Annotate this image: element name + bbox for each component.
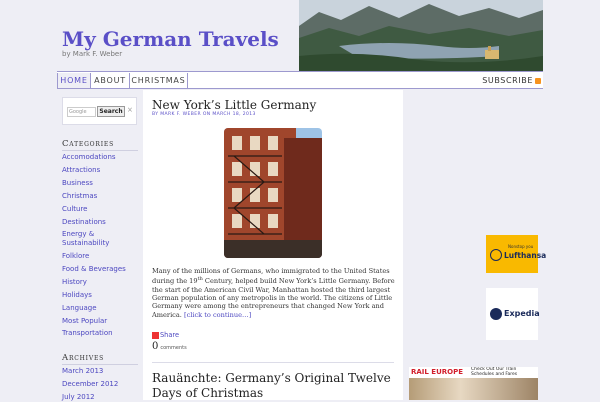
rail-europe-logo: RAIL EUROPE: [411, 368, 464, 376]
expedia-wordmark: Expedia: [504, 309, 540, 318]
archive-july-2012[interactable]: July 2012: [62, 393, 140, 402]
rail-europe-text: Check Out Our Train Schedules and Fares: [471, 367, 518, 377]
share-label: Share: [160, 331, 180, 339]
post-title[interactable]: New York’s Little Germany: [152, 98, 400, 113]
category-food-beverages[interactable]: Food & Beverages: [62, 265, 140, 274]
search-input[interactable]: Google: [67, 107, 96, 117]
clear-search-icon[interactable]: ×: [127, 106, 133, 114]
subscribe-label: SUBSCRIBE: [482, 76, 533, 85]
site-byline: by Mark F. Weber: [62, 50, 123, 58]
post-excerpt: Many of the millions of Germans, who imm…: [152, 267, 396, 319]
search-button[interactable]: Search: [97, 106, 125, 117]
category-holidays[interactable]: Holidays: [62, 291, 140, 300]
rail-europe-photo: [409, 378, 538, 400]
share-icon: [152, 331, 159, 339]
tab-about[interactable]: ABOUT: [91, 73, 130, 88]
category-destinations[interactable]: Destinations: [62, 218, 140, 227]
tab-christmas[interactable]: CHRISTMAS: [130, 73, 188, 88]
category-business[interactable]: Business: [62, 179, 140, 188]
right-sidebar: Nonstop you Lufthansa Expedia RAIL EUROP…: [403, 90, 546, 400]
archive-december-2012[interactable]: December 2012: [62, 380, 140, 389]
category-culture[interactable]: Culture: [62, 205, 140, 214]
subscribe-link[interactable]: SUBSCRIBE: [482, 73, 541, 88]
archive-march-2013[interactable]: March 2013: [62, 367, 140, 376]
category-energy-sustainability[interactable]: Energy & Sustainability: [62, 230, 122, 248]
post-photo[interactable]: [224, 128, 322, 258]
category-folklore[interactable]: Folklore: [62, 252, 140, 261]
category-christmas[interactable]: Christmas: [62, 192, 140, 201]
archives-heading: Archives: [62, 353, 138, 365]
category-language[interactable]: Language: [62, 304, 140, 313]
post-author[interactable]: BY MARK F. WEBER: [152, 112, 201, 117]
category-most-popular[interactable]: Most Popular: [62, 317, 140, 326]
read-more-link[interactable]: [click to continue…]: [184, 311, 251, 319]
site-header: My German Travels by Mark F. Weber: [57, 0, 543, 72]
search-widget: Google Search ×: [62, 97, 137, 125]
post-meta: BY MARK F. WEBER ON MARCH 18, 2013: [152, 112, 256, 117]
rail-europe-banner: RAIL EUROPE Check Out Our Train Schedule…: [409, 367, 538, 377]
header-photo: [299, 0, 543, 72]
main-content: New York’s Little Germany BY MARK F. WEB…: [143, 90, 403, 400]
comments-label: comments: [160, 345, 187, 351]
site-title[interactable]: My German Travels: [62, 27, 279, 51]
left-sidebar: Google Search × Categories Accomodations…: [57, 90, 143, 402]
category-transportation[interactable]: Transportation: [62, 329, 140, 338]
expedia-globe-icon: [490, 308, 502, 320]
comments-link[interactable]: 0 comments: [152, 341, 187, 352]
tab-home[interactable]: HOME: [57, 73, 91, 88]
expedia-ad[interactable]: Expedia: [486, 288, 540, 340]
rail-europe-ad[interactable]: RAIL EUROPE Check Out Our Train Schedule…: [409, 367, 538, 400]
comments-count: 0: [152, 341, 159, 352]
lufthansa-crane-icon: [490, 249, 502, 261]
post-title-2[interactable]: Rauänchte: Germany’s Original Twelve Day…: [152, 371, 400, 401]
share-button[interactable]: Share: [152, 331, 179, 339]
categories-heading: Categories: [62, 139, 138, 151]
main-nav: HOME ABOUT CHRISTMAS SUBSCRIBE: [57, 71, 543, 89]
post-date: ON MARCH 18, 2013: [202, 112, 256, 117]
category-history[interactable]: History: [62, 278, 140, 287]
lufthansa-wordmark: Lufthansa: [504, 251, 547, 260]
category-accomodations[interactable]: Accomodations: [62, 153, 140, 162]
category-attractions[interactable]: Attractions: [62, 166, 140, 175]
rss-icon: [535, 77, 541, 84]
lufthansa-tagline: Nonstop you: [508, 244, 534, 249]
lufthansa-ad[interactable]: Nonstop you Lufthansa: [486, 235, 546, 273]
post-divider: [152, 362, 394, 363]
